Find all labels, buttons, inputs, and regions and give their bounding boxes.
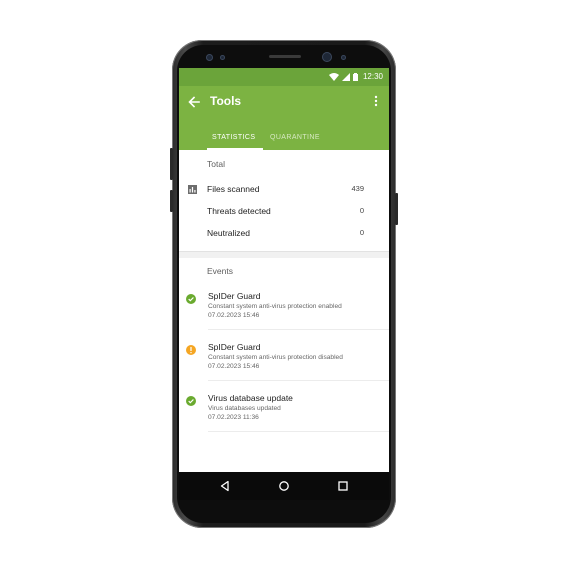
front-camera-icon	[322, 52, 332, 62]
recents-square-icon[interactable]	[337, 480, 349, 492]
event-description: Constant system anti-virus protection en…	[208, 303, 342, 310]
back-triangle-icon[interactable]	[219, 480, 231, 492]
check-circle-icon	[186, 294, 196, 304]
event-item[interactable]: SpIDer Guard Constant system anti-virus …	[179, 342, 389, 392]
stat-value: 0	[359, 206, 364, 215]
tab-bar: STATISTICS QUARANTINE	[179, 131, 389, 150]
section-divider	[179, 251, 389, 258]
warning-circle-icon	[186, 345, 196, 355]
screen: 12:30 Tools STATISTICS QUARANTINE Total …	[179, 68, 389, 500]
wifi-icon	[328, 72, 339, 81]
event-item[interactable]: Virus database update Virus databases up…	[179, 393, 389, 443]
event-separator	[208, 329, 389, 330]
stat-label: Neutralized	[207, 228, 250, 238]
stat-row-files-scanned[interactable]: Files scanned 439	[179, 184, 389, 202]
event-timestamp: 07.02.2023 15:46	[208, 363, 260, 370]
event-timestamp: 07.02.2023 15:46	[208, 312, 260, 319]
bar-chart-icon	[188, 185, 197, 194]
bixby-button	[170, 190, 173, 212]
event-description: Virus databases updated	[208, 405, 281, 412]
event-separator	[208, 380, 389, 381]
earpiece-speaker	[269, 55, 301, 58]
tab-quarantine[interactable]: QUARANTINE	[270, 134, 320, 141]
stat-row-threats-detected[interactable]: Threats detected 0	[179, 206, 389, 224]
tab-statistics[interactable]: STATISTICS	[212, 134, 255, 141]
active-tab-indicator	[207, 148, 263, 150]
stat-label: Threats detected	[207, 206, 271, 216]
light-sensor-icon	[341, 55, 346, 60]
events-heading: Events	[207, 266, 233, 276]
arrow-back-icon[interactable]	[187, 95, 201, 109]
power-button	[395, 193, 398, 225]
app-bar: Tools STATISTICS QUARANTINE	[179, 86, 389, 150]
status-icons: 12:30	[328, 72, 383, 81]
iris-sensor-icon	[206, 54, 213, 61]
navigation-bar	[179, 472, 389, 500]
stat-value: 0	[359, 228, 364, 237]
stat-value: 439	[351, 184, 364, 193]
volume-button	[170, 148, 173, 180]
event-title: SpIDer Guard	[208, 342, 261, 352]
proximity-sensor-icon	[220, 55, 225, 60]
event-title: Virus database update	[208, 393, 293, 403]
check-circle-icon	[186, 396, 196, 406]
event-separator	[208, 431, 389, 432]
event-description: Constant system anti-virus protection di…	[208, 354, 343, 361]
total-heading: Total	[207, 159, 225, 169]
signal-icon	[341, 72, 350, 81]
event-title: SpIDer Guard	[208, 291, 261, 301]
stat-row-neutralized[interactable]: Neutralized 0	[179, 228, 389, 246]
status-time: 12:30	[362, 72, 383, 81]
battery-icon	[352, 72, 358, 81]
more-vert-icon[interactable]	[374, 95, 378, 107]
status-bar: 12:30	[179, 68, 389, 86]
home-circle-icon[interactable]	[278, 480, 290, 492]
page-title: Tools	[210, 94, 242, 108]
stat-label: Files scanned	[207, 184, 260, 194]
event-item[interactable]: SpIDer Guard Constant system anti-virus …	[179, 291, 389, 341]
event-timestamp: 07.02.2023 11:36	[208, 414, 259, 421]
